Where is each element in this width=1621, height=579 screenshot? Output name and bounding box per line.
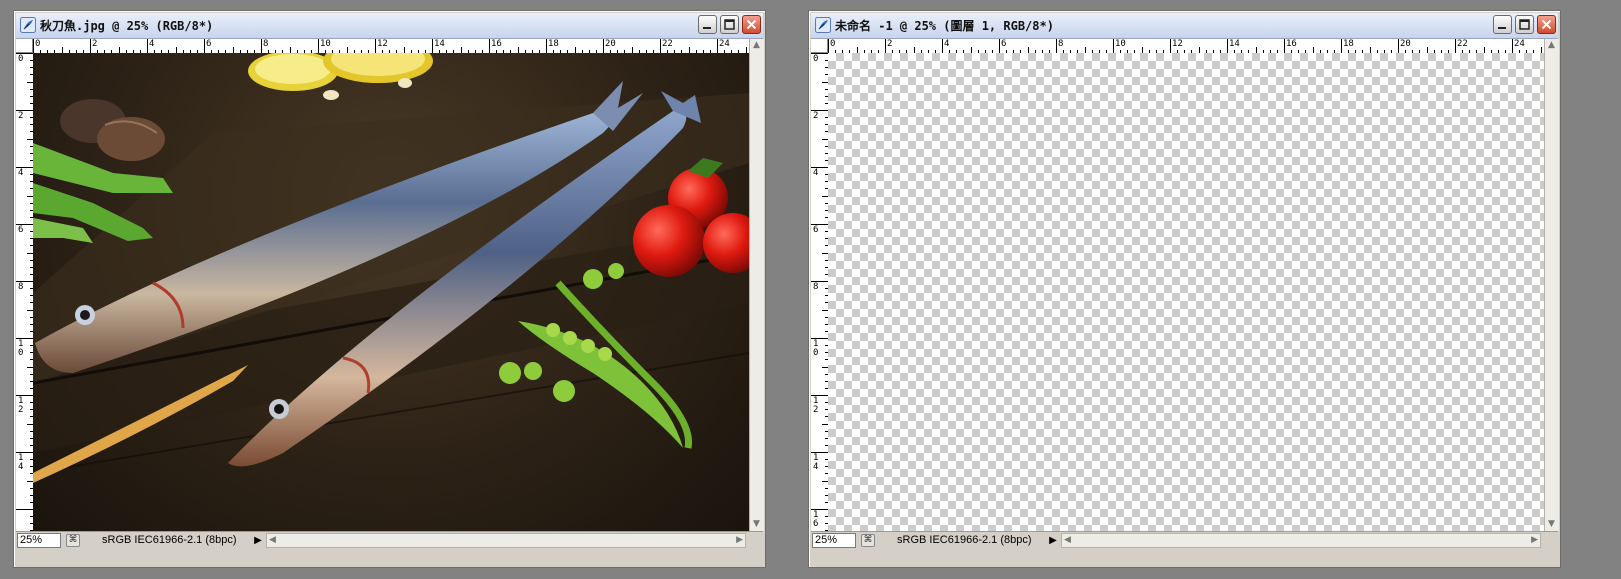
document-window-1: 秋刀魚.jpg @ 25% (RGB/8*) 0 2 4 6 8 10 12 1…: [13, 10, 766, 568]
maximize-button[interactable]: [1515, 15, 1534, 34]
minimize-icon: [1498, 27, 1506, 29]
ruler-label: 18: [548, 39, 559, 49]
scroll-down-arrow[interactable]: ▼: [753, 518, 760, 531]
scroll-left-arrow[interactable]: ◀: [1064, 534, 1071, 547]
document-info-icon[interactable]: ⌘: [66, 534, 80, 547]
ruler-label: 10: [1115, 39, 1126, 49]
window-title: 未命名 -1 @ 25% (圖層 1, RGB/8*): [835, 19, 1054, 33]
title-bar-1[interactable]: 秋刀魚.jpg @ 25% (RGB/8*): [16, 13, 763, 39]
zoom-field[interactable]: 25%: [812, 533, 856, 548]
close-icon: [746, 19, 757, 30]
ruler-label: 20: [1400, 39, 1411, 49]
scroll-up-arrow[interactable]: ▲: [1548, 39, 1555, 52]
status-menu-arrow[interactable]: ▶: [252, 534, 264, 547]
document-profile: sRGB IEC61966-2.1 (8bpc): [897, 534, 1032, 546]
vertical-ruler[interactable]: 0 2 4 6 8 10 12 14 16: [811, 53, 829, 531]
ruler-origin[interactable]: [811, 39, 828, 53]
ruler-label: 6: [1001, 39, 1007, 49]
horizontal-ruler[interactable]: 0 2 4 6 8 10 12 14 16 18 20 22 24: [33, 39, 749, 54]
transparent-canvas[interactable]: [828, 53, 1544, 531]
ruler-label: 24: [719, 39, 730, 49]
minimize-icon: [703, 27, 711, 29]
zoom-field[interactable]: 25%: [17, 533, 61, 548]
ruler-label: 14: [813, 453, 819, 472]
close-icon: [1541, 19, 1552, 30]
ruler-label: 4: [944, 39, 950, 49]
ruler-label: 8: [1058, 39, 1064, 49]
maximize-icon: [724, 19, 735, 30]
ruler-label: 10: [813, 339, 819, 358]
close-button[interactable]: [742, 15, 761, 34]
maximize-icon: [1519, 19, 1530, 30]
ruler-label: 8: [813, 282, 819, 292]
horizontal-scrollbar[interactable]: ◀ ▶: [1061, 533, 1541, 548]
ruler-label: 16: [491, 39, 502, 49]
ruler-label: 22: [1457, 39, 1468, 49]
ruler-label: 20: [605, 39, 616, 49]
ruler-label: 14: [1229, 39, 1240, 49]
vertical-ruler[interactable]: 0 2 4 6 8 10 12 14: [16, 53, 34, 531]
ruler-label: 16: [813, 510, 819, 529]
ruler-origin[interactable]: [16, 39, 33, 53]
ruler-label: 0: [35, 39, 41, 49]
scroll-right-arrow[interactable]: ▶: [736, 534, 743, 547]
ruler-label: 0: [813, 54, 819, 64]
document-info-icon[interactable]: ⌘: [861, 534, 875, 547]
ruler-label: 16: [1286, 39, 1297, 49]
maximize-button[interactable]: [720, 15, 739, 34]
scroll-down-arrow[interactable]: ▼: [1548, 518, 1555, 531]
ruler-label: 6: [18, 225, 24, 235]
ruler-label: 10: [320, 39, 331, 49]
ruler-label: 0: [830, 39, 836, 49]
title-bar-2[interactable]: 未命名 -1 @ 25% (圖層 1, RGB/8*): [811, 13, 1558, 39]
status-bar: 25% ⌘ sRGB IEC61966-2.1 (8bpc) ▶ ◀ ▶: [16, 531, 763, 550]
ruler-label: 8: [18, 282, 24, 292]
document-window-2: 未命名 -1 @ 25% (圖層 1, RGB/8*) 0 2 4 6 8 10…: [808, 10, 1561, 568]
image-canvas[interactable]: [33, 53, 749, 531]
minimize-button[interactable]: [698, 15, 717, 34]
ruler-label: 4: [813, 168, 819, 178]
ruler-label: 14: [18, 453, 24, 472]
scroll-up-arrow[interactable]: ▲: [753, 39, 760, 52]
minimize-button[interactable]: [1493, 15, 1512, 34]
ruler-label: 6: [206, 39, 212, 49]
status-menu-arrow[interactable]: ▶: [1047, 534, 1059, 547]
ruler-label: 8: [263, 39, 269, 49]
photoshop-feather-icon: [815, 17, 831, 33]
window-title: 秋刀魚.jpg @ 25% (RGB/8*): [40, 19, 214, 33]
scroll-right-arrow[interactable]: ▶: [1531, 534, 1538, 547]
ruler-label: 12: [377, 39, 388, 49]
ruler-label: 10: [18, 339, 24, 358]
ruler-label: 14: [434, 39, 445, 49]
document-profile: sRGB IEC61966-2.1 (8bpc): [102, 534, 237, 546]
vertical-scrollbar[interactable]: ▲ ▼: [1544, 39, 1559, 531]
photoshop-feather-icon: [20, 17, 36, 33]
status-bar: 25% ⌘ sRGB IEC61966-2.1 (8bpc) ▶ ◀ ▶: [811, 531, 1558, 550]
ruler-ticks: [33, 39, 747, 53]
ruler-label: 22: [662, 39, 673, 49]
ruler-label: 2: [887, 39, 893, 49]
ruler-label: 12: [18, 396, 24, 415]
horizontal-ruler[interactable]: 0 2 4 6 8 10 12 14 16 18 20 22 24: [828, 39, 1544, 54]
ruler-label: 18: [1343, 39, 1354, 49]
ruler-label: 2: [92, 39, 98, 49]
ruler-label: 6: [813, 225, 819, 235]
ruler-ticks: [828, 39, 1542, 53]
close-button[interactable]: [1537, 15, 1556, 34]
vertical-scrollbar[interactable]: ▲ ▼: [749, 39, 764, 531]
ruler-label: 4: [149, 39, 155, 49]
ruler-label: 4: [18, 168, 24, 178]
scroll-left-arrow[interactable]: ◀: [269, 534, 276, 547]
horizontal-scrollbar[interactable]: ◀ ▶: [266, 533, 746, 548]
ruler-label: 24: [1514, 39, 1525, 49]
ruler-label: 0: [18, 54, 24, 64]
ruler-label: 2: [18, 111, 24, 121]
ruler-label: 12: [1172, 39, 1183, 49]
fish-photo: [33, 53, 749, 483]
ruler-label: 2: [813, 111, 819, 121]
ruler-label: 12: [813, 396, 819, 415]
